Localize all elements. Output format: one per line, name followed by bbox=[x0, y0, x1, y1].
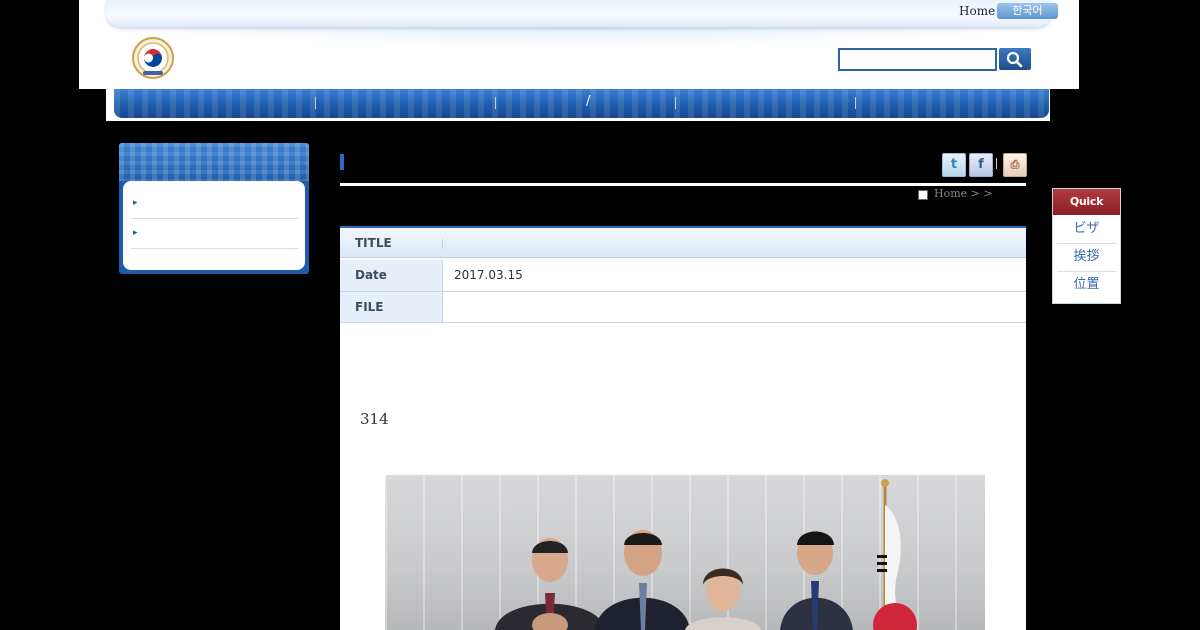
chevron-right-icon: ▸ bbox=[133, 228, 138, 238]
date-label: Date bbox=[340, 260, 443, 291]
twitter-share-button[interactable]: t bbox=[942, 153, 966, 177]
facebook-icon: f bbox=[978, 157, 984, 172]
utility-bar: Home 한국어 bbox=[106, 0, 1058, 27]
language-button[interactable]: 한국어 bbox=[997, 3, 1058, 19]
sidebar-item[interactable]: ▸ bbox=[131, 219, 298, 249]
facebook-share-button[interactable]: f bbox=[969, 153, 993, 177]
date-row: Date 2017.03.15 bbox=[340, 260, 1026, 292]
sidebar-header-pattern bbox=[119, 143, 309, 181]
emblem-logo[interactable] bbox=[132, 37, 174, 79]
nav-item-label[interactable]: / bbox=[586, 94, 590, 109]
file-label: FILE bbox=[340, 292, 443, 322]
date-value: 2017.03.15 bbox=[454, 268, 523, 282]
title-divider bbox=[340, 183, 1026, 186]
site-header: Home 한국어 bbox=[79, 0, 1079, 89]
article-text: 314 bbox=[360, 410, 389, 428]
breadcrumb[interactable]: Home > > bbox=[934, 187, 993, 200]
twitter-icon: t bbox=[950, 157, 958, 172]
article-photo bbox=[385, 475, 985, 630]
print-icon: ⎙ bbox=[1010, 158, 1020, 171]
sidebar: ▸ ▸ bbox=[119, 143, 309, 274]
nav-band: / bbox=[114, 89, 1049, 118]
quick-menu-title: Quick Menu bbox=[1053, 189, 1120, 234]
quick-menu-item-greeting[interactable]: 挨拶 bbox=[1057, 243, 1116, 272]
page-title-marker bbox=[340, 154, 344, 170]
quick-menu: Quick Menu ビザ 挨拶 位置 bbox=[1052, 188, 1121, 304]
search-icon bbox=[1006, 51, 1023, 68]
main-nav: / bbox=[106, 89, 1050, 121]
nav-divider bbox=[855, 97, 856, 109]
nav-divider bbox=[315, 97, 316, 109]
nav-divider bbox=[675, 97, 676, 109]
sidebar-menu: ▸ ▸ bbox=[123, 181, 305, 270]
home-icon bbox=[918, 190, 928, 200]
board-view: TITLE Date 2017.03.15 FILE 314 bbox=[340, 226, 1026, 630]
chevron-right-icon: ▸ bbox=[133, 198, 138, 208]
nav-divider bbox=[495, 97, 496, 109]
file-row: FILE bbox=[340, 292, 1026, 323]
search-button[interactable] bbox=[999, 48, 1031, 70]
sidebar-item[interactable]: ▸ bbox=[131, 189, 298, 219]
title-row: TITLE bbox=[340, 226, 1026, 258]
group-photo-figures bbox=[495, 479, 917, 630]
title-label: TITLE bbox=[355, 236, 392, 250]
share-divider bbox=[996, 158, 997, 169]
quick-menu-item-location[interactable]: 位置 bbox=[1057, 271, 1116, 299]
search-input[interactable] bbox=[838, 48, 997, 71]
home-link[interactable]: Home bbox=[959, 4, 995, 18]
quick-menu-item-visa[interactable]: ビザ bbox=[1057, 215, 1116, 244]
title-row-divider bbox=[442, 239, 443, 249]
print-button[interactable]: ⎙ bbox=[1003, 153, 1027, 177]
